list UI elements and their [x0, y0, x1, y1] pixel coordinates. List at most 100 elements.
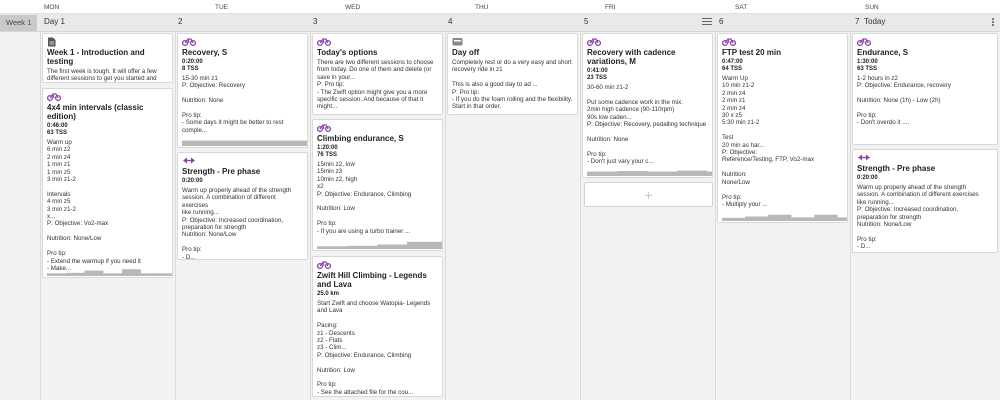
plus-icon: + — [644, 186, 653, 203]
workout-title: Recovery with cadence variations, M — [587, 48, 676, 66]
weekday-label: WED — [345, 4, 361, 11]
profile-bar — [347, 245, 378, 249]
profile-bar — [837, 217, 847, 221]
weekday-label: THU — [475, 4, 489, 11]
weekday-label: SAT — [735, 4, 748, 11]
profile-bar — [587, 171, 618, 176]
workout-card[interactable]: Day off Completely rest or do a very eas… — [447, 33, 578, 115]
workout-title: Day off — [452, 48, 480, 57]
workout-duration: 0:20:00 — [857, 175, 878, 181]
workout-tss: 8 TSS — [182, 66, 199, 72]
day-column — [850, 32, 851, 400]
day-column — [580, 32, 581, 400]
bike-icon — [856, 37, 993, 47]
workout-description: Completely rest or do a very easy and sh… — [452, 59, 573, 111]
profile-bar — [707, 171, 712, 176]
workout-card[interactable]: Zwift Hill Climbing - Legends and Lava 2… — [312, 256, 443, 397]
workout-description: There are two different sessions to choo… — [317, 59, 434, 111]
rest-icon — [452, 37, 573, 47]
profile-bar — [814, 214, 838, 221]
workout-description: 15min z2, low 15min z3 10min z2, high x2… — [317, 161, 412, 235]
strength-icon — [857, 153, 993, 163]
workout-title: Zwift Hill Climbing - Legends and Lava — [317, 271, 427, 289]
weekday-label: FRI — [605, 4, 616, 11]
workout-card[interactable]: Recovery with cadence variations, M 0:41… — [582, 33, 713, 178]
workout-title: Strength - Pre phase — [182, 167, 261, 176]
profile-bar — [182, 140, 258, 146]
profile-bar — [317, 246, 348, 249]
workout-description: Warm up properly ahead of the strength s… — [857, 184, 979, 251]
profile-bar — [768, 214, 792, 221]
workout-card[interactable]: Strength - Pre phase 0:20:00 Warm up pro… — [177, 152, 308, 260]
day-column — [715, 32, 716, 400]
workout-title: Week 1 - Introduction and testing — [47, 48, 145, 66]
bike-icon — [316, 260, 438, 270]
document-icon — [47, 37, 168, 47]
bike-icon — [586, 37, 708, 47]
workout-title: Recovery, S — [182, 48, 228, 57]
day-column — [40, 32, 41, 400]
workout-description: 30-60 min z1-2 Put some cadence work in … — [587, 84, 707, 166]
workout-tss: 23 TSS — [587, 75, 608, 81]
profile-bar — [257, 140, 307, 146]
workout-profile — [182, 140, 307, 146]
workout-duration: 1:30:00 — [857, 59, 878, 65]
workout-title: FTP test 20 min — [722, 48, 781, 57]
workout-tss: 63 TSS — [857, 66, 878, 72]
bike-icon — [316, 37, 438, 47]
profile-bar — [84, 270, 104, 276]
bike-icon — [46, 92, 168, 102]
workout-card[interactable]: Endurance, S 1:30:00 63 TSS 1-2 hours in… — [852, 33, 998, 145]
workout-profile — [47, 269, 172, 276]
date-label: 6 — [719, 17, 724, 26]
workout-card[interactable]: Today's options There are two different … — [312, 33, 443, 115]
profile-bar — [65, 272, 85, 276]
profile-bar — [103, 273, 123, 276]
date-label: 2 — [178, 17, 183, 26]
workout-description: Warm Up 10 min z1-2 2 min z4 2 min z1 2 … — [722, 75, 815, 208]
weekday-label: SUN — [865, 4, 879, 11]
week-row: Week 1 Day 1 2 3 4 5 6 7 Today — [0, 14, 1000, 32]
profile-bar — [617, 171, 648, 176]
workout-duration: 0:20:00 — [182, 178, 203, 184]
today-label: Today — [864, 17, 886, 26]
workout-title: Climbing endurance, S — [317, 134, 404, 143]
workout-profile — [722, 214, 847, 221]
workout-title: Strength - Pre phase — [857, 164, 936, 173]
workout-tss: 64 TSS — [722, 66, 743, 72]
workout-card[interactable]: FTP test 20 min 0:47:00 64 TSS Warm Up 1… — [717, 33, 848, 223]
date-label: 3 — [313, 17, 318, 26]
bike-icon — [181, 37, 303, 47]
workout-profile — [587, 170, 712, 176]
workout-distance: 25.0 km — [317, 291, 340, 297]
workout-card[interactable]: Climbing endurance, S 1:20:00 76 TSS 15m… — [312, 119, 443, 251]
profile-bar — [407, 241, 438, 249]
workout-description: The first week is tough. It will offer a… — [47, 68, 157, 83]
more-options-icon[interactable] — [991, 17, 995, 29]
workout-card[interactable]: Recovery, S 0:20:00 8 TSS 15-30 min z1 P… — [177, 33, 308, 148]
strength-icon — [182, 156, 303, 166]
workout-duration: 1:20:00 — [317, 145, 338, 151]
workout-card[interactable]: 4x4 min intervals (classic edition) 0:46… — [42, 88, 173, 278]
profile-bar — [647, 171, 678, 176]
profile-bar — [122, 269, 141, 276]
workout-duration: 0:46:00 — [47, 123, 68, 129]
week-label[interactable]: Week 1 — [0, 15, 37, 31]
hamburger-menu-icon[interactable] — [701, 16, 713, 28]
workout-description: Warm up properly ahead of the strength s… — [182, 187, 292, 260]
profile-bar — [745, 216, 769, 221]
weekday-label: MON — [44, 4, 60, 11]
workout-card[interactable]: Strength - Pre phase 0:20:00 Warm up pro… — [852, 149, 998, 253]
workout-title: Endurance, S — [857, 48, 909, 57]
add-workout-slot[interactable]: + — [584, 182, 713, 207]
workout-description: Start Zwift and choose Watopia- Legends … — [317, 300, 431, 396]
weekday-header: MON TUE WED THU FRI SAT SUN — [0, 0, 1000, 14]
workout-card[interactable]: Week 1 - Introduction and testing The fi… — [42, 33, 173, 83]
profile-bar — [159, 273, 172, 276]
weekday-label: TUE — [215, 4, 228, 11]
profile-bar — [791, 217, 815, 221]
workout-profile — [317, 241, 442, 249]
bike-icon — [721, 37, 843, 47]
date-label: 7 — [855, 17, 860, 26]
workout-description: Warm up 6 min z2 2 min z4 1 min z1 1 min… — [47, 139, 141, 272]
